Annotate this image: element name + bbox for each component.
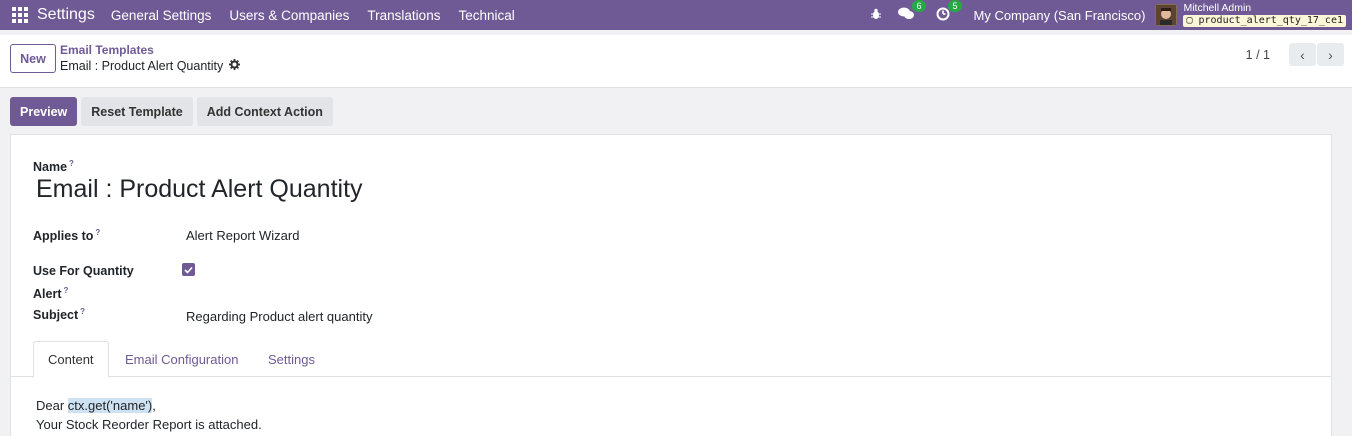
help-icon[interactable]: ? [69, 159, 74, 168]
debug-bug-icon[interactable] [870, 8, 882, 23]
checkmark-icon [184, 266, 193, 274]
user-name: Mitchell Admin [1183, 2, 1252, 15]
help-icon[interactable]: ? [80, 307, 85, 316]
pager-previous-button[interactable]: ‹ [1289, 43, 1316, 66]
user-avatar[interactable] [1155, 4, 1178, 26]
body-line-2: Your Stock Reorder Report is attached. [36, 417, 262, 432]
name-field[interactable]: Email : Product Alert Quantity [36, 175, 363, 204]
messages-icon[interactable]: 6 [897, 0, 926, 23]
activities-count-badge: 5 [948, 0, 962, 12]
placeholder-expression: ctx.get('name') [67, 398, 153, 413]
use-for-quantity-alert-checkbox[interactable] [182, 263, 195, 276]
menu-translations[interactable]: Translations [367, 8, 440, 23]
new-button[interactable]: New [10, 44, 56, 73]
record-title-text: Email : Product Alert Quantity [60, 58, 224, 73]
company-switcher[interactable]: My Company (San Francisco) [974, 8, 1146, 23]
user-menu[interactable]: Mitchell Admin ▢ product_alert_qty_17_ce… [1183, 3, 1346, 27]
reset-template-button[interactable]: Reset Template [81, 97, 193, 126]
applies-to-label: Applies to? [33, 228, 101, 244]
record-title: Email : Product Alert Quantity [60, 58, 241, 73]
pager-next-button[interactable]: › [1317, 43, 1344, 66]
tab-email-configuration[interactable]: Email Configuration [111, 341, 252, 377]
menu-general-settings[interactable]: General Settings [111, 8, 212, 23]
preview-button[interactable]: Preview [10, 97, 78, 126]
app-brand[interactable]: Settings [37, 6, 95, 24]
form-actions: Preview Reset Template Add Context Actio… [10, 97, 337, 126]
messages-count-badge: 6 [912, 0, 926, 12]
applies-to-field[interactable]: Alert Report Wizard [186, 228, 299, 243]
use-for-quantity-alert-label: Use For Quantity Alert? [33, 264, 134, 302]
chevron-left-icon: ‹ [1300, 46, 1305, 63]
menu-technical[interactable]: Technical [458, 8, 514, 23]
menu-users-companies[interactable]: Users & Companies [229, 8, 349, 23]
apps-menu-icon[interactable] [5, 0, 35, 30]
gear-icon[interactable] [229, 58, 241, 73]
form-sheet: Name? Email : Product Alert Quantity App… [10, 134, 1332, 436]
tab-content[interactable]: Content [33, 341, 109, 378]
help-icon[interactable]: ? [95, 228, 100, 237]
name-label: Name? [33, 159, 74, 175]
activities-clock-icon[interactable]: 5 [936, 0, 962, 24]
pager-value[interactable]: 1 / 1 [1246, 48, 1270, 62]
add-context-action-button[interactable]: Add Context Action [196, 97, 333, 126]
subject-field[interactable]: Regarding Product alert quantity [186, 309, 372, 324]
subject-label: Subject? [33, 307, 86, 323]
chevron-right-icon: › [1328, 46, 1333, 63]
help-icon[interactable]: ? [63, 286, 68, 295]
breadcrumb-email-templates[interactable]: Email Templates [60, 43, 154, 57]
control-panel: New Email Templates Email : Product Aler… [0, 35, 1352, 88]
database-name: ▢ product_alert_qty_17_ce1 [1183, 14, 1346, 27]
tab-settings[interactable]: Settings [254, 341, 329, 377]
notebook-tabs: Content Email Configuration Settings [11, 341, 1331, 378]
top-navbar: Settings General Settings Users & Compan… [0, 0, 1352, 30]
email-body-editor[interactable]: Dear ctx.get('name'), Your Stock Reorder… [36, 396, 262, 434]
